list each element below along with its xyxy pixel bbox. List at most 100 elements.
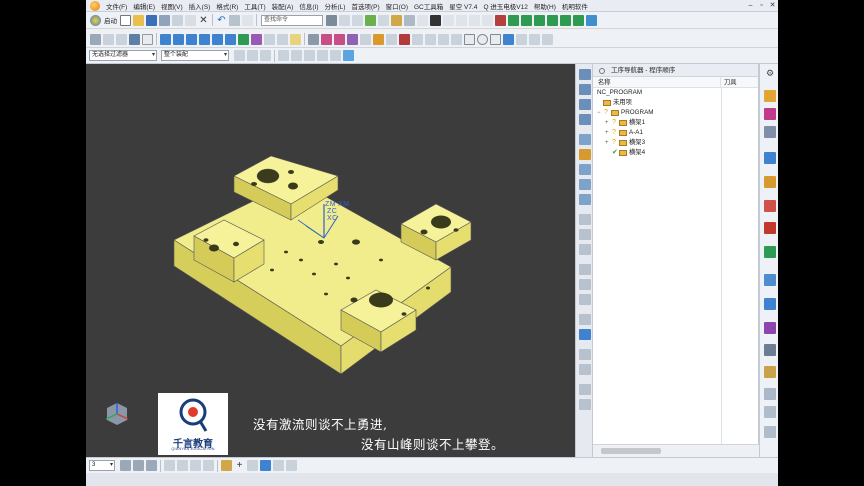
verify-icon[interactable] [386, 33, 397, 45]
snap-feature-icon[interactable] [221, 460, 232, 471]
snap-face-icon[interactable] [177, 460, 188, 471]
process-studio-icon[interactable] [764, 274, 776, 286]
undo-icon[interactable]: ↶ [216, 15, 227, 26]
display-mode-icon[interactable] [339, 14, 350, 26]
mirror-icon[interactable] [503, 33, 514, 45]
column-tool-header[interactable]: 刀具 [721, 77, 737, 87]
paste-icon[interactable] [185, 14, 196, 26]
replay-icon[interactable] [373, 33, 384, 45]
sheet-icon[interactable] [521, 14, 532, 26]
snap-intersect-icon[interactable] [260, 460, 271, 471]
tree-row-group-1[interactable]: + ? 横架1 [593, 118, 758, 128]
pin-icon[interactable] [599, 68, 605, 74]
snap-component-icon[interactable] [203, 460, 214, 471]
create-method-icon[interactable] [334, 33, 345, 45]
fit-icon[interactable] [264, 33, 275, 45]
transform-icon[interactable] [579, 294, 591, 305]
snap-tangent-icon[interactable] [273, 460, 284, 471]
menu-preferences[interactable]: 首选项(P) [348, 1, 382, 11]
menu-assembly[interactable]: 装配(A) [269, 1, 297, 11]
translate-icon[interactable] [516, 33, 527, 45]
create-tool-icon[interactable] [308, 33, 319, 45]
menu-help[interactable]: 帮助(H) [531, 1, 559, 11]
method-view-icon[interactable] [579, 114, 591, 125]
close-icon[interactable]: ✕ [767, 1, 778, 11]
menu-tools[interactable]: 工具(T) [241, 1, 268, 11]
menu-jiming[interactable]: 机明软件 [559, 1, 591, 11]
menu-analysis[interactable]: 分析(L) [321, 1, 348, 11]
postprocess-icon[interactable] [399, 33, 410, 45]
menu-file[interactable]: 文件(F) [103, 1, 130, 11]
create-geometry-icon[interactable] [321, 33, 332, 45]
verify-path-icon[interactable] [579, 149, 591, 160]
history-icon[interactable] [764, 222, 776, 234]
collapse-icon[interactable]: − [597, 108, 601, 118]
front-view-icon[interactable] [160, 33, 171, 45]
menu-info[interactable]: 信息(I) [296, 1, 321, 11]
snap-arc-icon[interactable] [247, 460, 258, 471]
wcs-icon[interactable] [404, 14, 415, 26]
new-file-icon[interactable] [120, 14, 131, 26]
trimetric-icon[interactable] [251, 33, 262, 45]
tree-row-nc-program[interactable]: NC_PROGRAM [593, 88, 758, 98]
paste-object-icon[interactable] [579, 244, 591, 255]
operation-navigator-tab-icon[interactable] [764, 152, 776, 164]
invert-icon[interactable] [116, 33, 127, 45]
type-filter-dropdown[interactable]: 无选择过滤器 ▾ [89, 50, 157, 61]
menu-xingkong[interactable]: 星空 V7.4 [446, 1, 480, 11]
snap-grid-icon[interactable] [120, 460, 131, 471]
save-as-icon[interactable] [159, 14, 170, 26]
spreadsheet-icon[interactable] [547, 14, 558, 26]
create-operation-icon[interactable] [347, 33, 358, 45]
document-icon[interactable] [764, 406, 776, 418]
menu-view[interactable]: 视图(V) [158, 1, 186, 11]
move-icon[interactable] [451, 33, 462, 45]
copy-icon[interactable] [172, 14, 183, 26]
property-icon[interactable] [579, 399, 591, 410]
manufacturing-icon[interactable] [586, 14, 597, 26]
right-view-icon[interactable] [186, 33, 197, 45]
table-icon[interactable] [534, 14, 545, 26]
show-hide-icon[interactable] [103, 33, 114, 45]
snap-curve-icon[interactable] [164, 460, 175, 471]
postprocess-vertical-icon[interactable] [579, 194, 591, 205]
restore-icon[interactable]: ▫ [756, 1, 767, 11]
system-materials-icon[interactable] [764, 246, 776, 258]
expand-icon[interactable]: + [605, 128, 609, 138]
top-view-icon[interactable] [173, 33, 184, 45]
list-path-icon[interactable] [579, 179, 591, 190]
program-order-view-icon[interactable] [579, 69, 591, 80]
cut-object-icon[interactable] [579, 214, 591, 225]
create-program-icon[interactable] [290, 33, 301, 45]
deselect-icon[interactable] [260, 50, 271, 61]
cut-icon[interactable] [242, 14, 253, 26]
snap-cross-icon[interactable]: + [234, 460, 245, 471]
color-picker-icon[interactable] [430, 14, 441, 26]
part-navigator-icon[interactable] [365, 14, 376, 26]
menu-electrode[interactable]: Q 进玉电极V12 [480, 1, 530, 11]
offset-icon[interactable] [542, 33, 553, 45]
snap-center-icon[interactable] [304, 50, 315, 61]
scrollbar-thumb[interactable] [601, 448, 661, 454]
constraint-navigator-icon[interactable] [764, 108, 776, 120]
group-icon[interactable] [579, 384, 591, 395]
menu-edit[interactable]: 编辑(E) [130, 1, 158, 11]
snap-quadrant-icon[interactable] [330, 50, 341, 61]
snap-icon[interactable] [495, 14, 506, 26]
snap-dropdown[interactable]: 3 ▾ [89, 460, 115, 471]
view-icon[interactable] [417, 14, 428, 26]
geometry-view-icon[interactable] [579, 99, 591, 110]
snap-midpoint-icon[interactable] [291, 50, 302, 61]
material-icon[interactable] [391, 14, 402, 26]
tree-row-group-2[interactable]: + ? A-A1 [593, 128, 758, 138]
delete-icon[interactable]: ✕ [198, 15, 209, 26]
export-icon[interactable] [573, 14, 584, 26]
snap-endpoint-icon[interactable] [278, 50, 289, 61]
start-icon[interactable] [90, 14, 101, 26]
assembly-navigator-icon[interactable] [764, 90, 776, 102]
menu-insert[interactable]: 插入(S) [186, 1, 214, 11]
hexagon-icon[interactable] [490, 33, 501, 45]
check-icon[interactable] [579, 329, 591, 340]
expand-icon[interactable]: + [605, 118, 609, 128]
graphics-viewport[interactable]: ZM XM ZC XC 千言教育 QIANYAN EDUCATION 没有激流则… [86, 64, 575, 457]
